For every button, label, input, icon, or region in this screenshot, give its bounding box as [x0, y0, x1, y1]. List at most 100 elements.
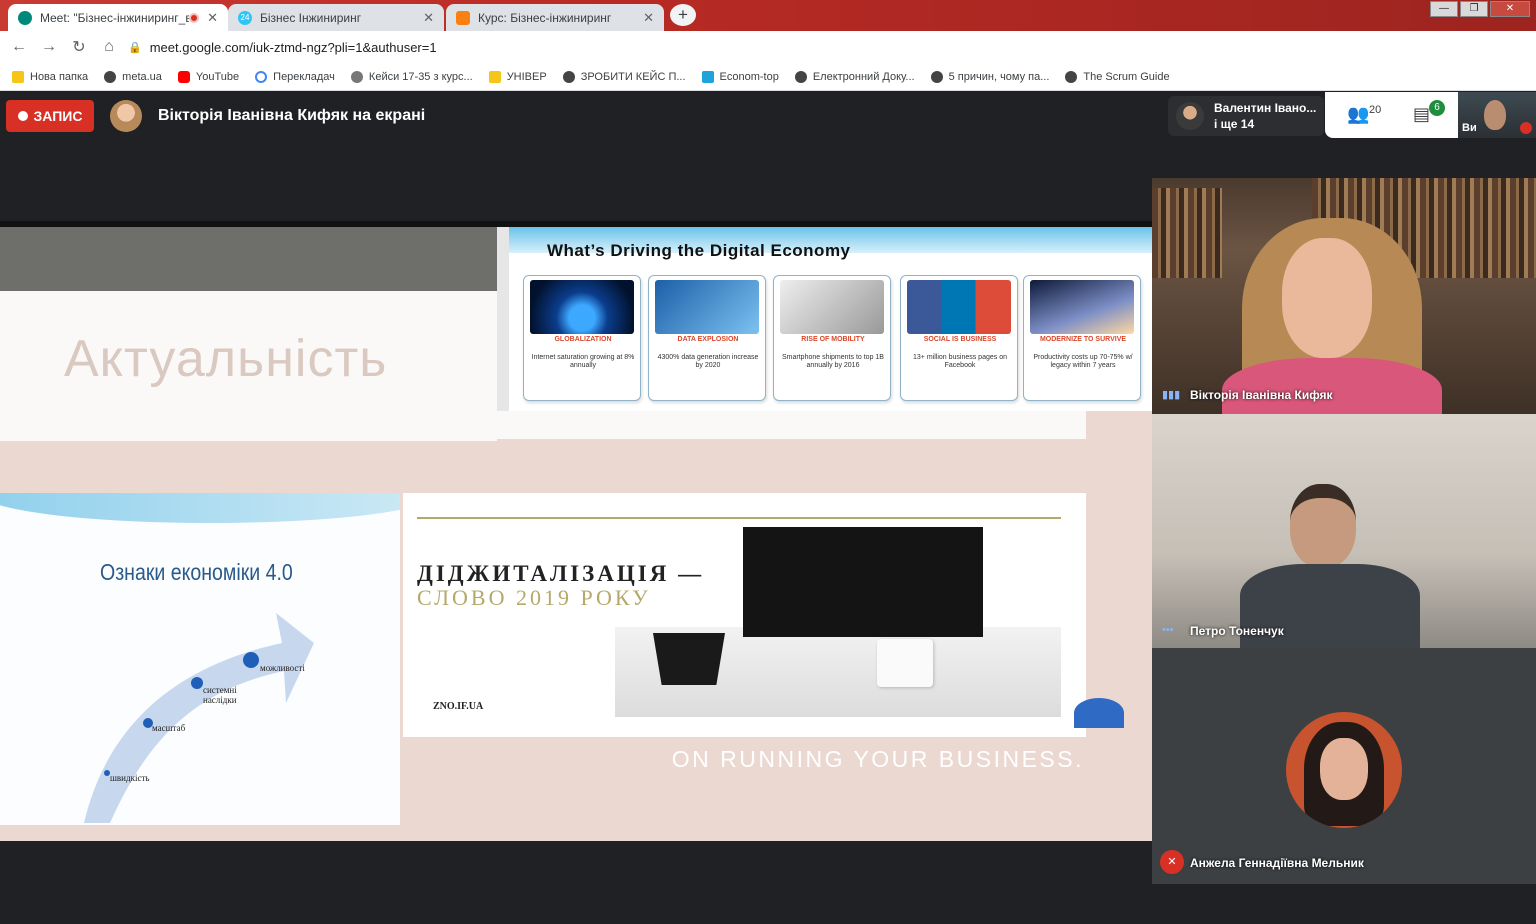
bookmarks-bar: Нова папка meta.ua YouTube Перекладач Ке…	[0, 63, 1536, 91]
tab-course[interactable]: Курс: Бізнес-інжиниринг ✕	[446, 4, 664, 31]
driver-card: RISE OF MOBILITY Smartphone shipments to…	[773, 275, 891, 401]
participant-face	[1282, 238, 1372, 358]
bookmark-item[interactable]: Перекладач	[255, 70, 335, 83]
bookmark-item[interactable]: Електронний Доку...	[794, 70, 915, 83]
meeting-details-panel: 👥 20 ▤ 6	[1325, 92, 1458, 138]
bookmark-item[interactable]: ЗРОБИТИ КЕЙС П...	[562, 70, 686, 83]
meet-window: ЗАПИС Вікторія Іванівна Кифяк на екрані …	[0, 92, 1536, 924]
card-heading: DATA EXPLOSION	[677, 336, 739, 343]
self-face	[1484, 100, 1506, 130]
slide-decoration	[1074, 698, 1124, 728]
card-heading: SOCIAL IS BUSINESS	[923, 336, 997, 343]
bookmark-item[interactable]: The Scrum Guide	[1065, 70, 1170, 83]
globe-icon	[1065, 70, 1078, 83]
driver-card: DATA EXPLOSION 4300% data generation inc…	[648, 275, 766, 401]
driver-card: GLOBALIZATION Internet saturation growin…	[523, 275, 641, 401]
window-controls: — ❐ ✕	[1430, 1, 1530, 17]
slide-rule-line	[417, 517, 1061, 519]
point-label: системні наслідки	[203, 685, 237, 705]
recording-indicator-icon	[189, 12, 200, 23]
slide-digital-economy: What’s Driving the Digital Economy GLOBA…	[497, 227, 1152, 411]
participants-stack-chip[interactable]: Валентин Івано... і ще 14	[1168, 96, 1324, 136]
stack-chip-more: і ще 14	[1214, 117, 1255, 131]
bookmark-item[interactable]: 5 причин, чому па...	[930, 70, 1049, 83]
card-heading: RISE OF MOBILITY	[801, 336, 865, 343]
card-desc: Smartphone shipments to top 1B annually …	[782, 354, 884, 369]
tab-title: Курс: Бізнес-інжиниринг	[478, 10, 612, 25]
avatar-face	[1320, 738, 1368, 800]
participant-tile[interactable]: ••• Петро Тоненчук	[1152, 414, 1536, 648]
social-image	[907, 280, 1011, 334]
avatar	[1286, 712, 1402, 828]
participant-name: Анжела Геннадіївна Мельник	[1190, 856, 1364, 870]
folder-icon	[488, 70, 501, 83]
lock-icon: 🔒	[128, 41, 142, 54]
audio-idle-indicator-icon: •••	[1162, 624, 1174, 636]
new-tab-button[interactable]: +	[670, 4, 696, 26]
tab-meet[interactable]: Meet: "Бізнес-інжиниринг_в ✕	[8, 4, 228, 31]
close-tab-icon[interactable]: ✕	[423, 10, 434, 26]
chat-unread-badge: 6	[1429, 100, 1445, 116]
bookmark-item[interactable]: Econom-top	[701, 70, 779, 83]
participant-tile[interactable]: ✕ Анжела Геннадіївна Мельник	[1152, 648, 1536, 884]
modernize-image	[1030, 280, 1134, 334]
google-icon	[255, 70, 268, 83]
self-view-thumbnail[interactable]: Ви	[1458, 92, 1536, 138]
bookmark-item[interactable]: meta.ua	[104, 70, 162, 83]
slide-tools-text: THESE TOOLS ALLOW YOU TO FOCUS ON RUNNIN…	[560, 713, 1084, 775]
recording-badge[interactable]: ЗАПИС	[6, 100, 94, 132]
close-tab-icon[interactable]: ✕	[207, 10, 218, 26]
presenter-title: Вікторія Іванівна Кифяк на екрані	[158, 107, 426, 124]
chat-icon[interactable]: ▤	[1413, 104, 1430, 125]
close-tab-icon[interactable]: ✕	[643, 10, 654, 26]
monitor-photo	[743, 527, 983, 637]
slide-source: ZNO.IF.UA	[433, 701, 484, 712]
bookmark-item[interactable]: Нова папка	[12, 70, 88, 83]
moodle-icon	[456, 10, 470, 25]
forward-arrow-icon[interactable]: →	[34, 38, 64, 56]
point-label: можливості	[260, 663, 305, 673]
card-heading: MODERNIZE TO SURVIVE	[1039, 336, 1127, 343]
tab-bitrix[interactable]: 24 Бізнес Інжиниринг ✕	[228, 4, 444, 31]
slide-gray-header	[0, 227, 497, 291]
card-desc: 13+ million business pages on Facebook	[913, 354, 1007, 369]
maximize-button[interactable]: ❐	[1460, 1, 1488, 17]
globe-icon	[930, 70, 943, 83]
people-count: 20	[1369, 104, 1382, 116]
wordpress-icon	[350, 70, 363, 83]
self-label: Ви	[1462, 122, 1477, 134]
minimize-button[interactable]: —	[1430, 1, 1458, 17]
avatar	[1176, 102, 1204, 130]
back-arrow-icon[interactable]: ←	[4, 38, 34, 56]
mic-off-icon: ✕	[1160, 850, 1184, 874]
reload-icon[interactable]: ↻	[64, 37, 94, 57]
bitrix-24-icon: 24	[238, 10, 252, 25]
participant-body	[1222, 358, 1442, 414]
bookmark-item[interactable]: YouTube	[177, 70, 239, 83]
slide-digitalization: ДІДЖИТАЛІЗАЦІЯ — СЛОВО 2019 РОКУ ZNO.IF.…	[403, 493, 1086, 737]
data-explosion-image	[655, 280, 759, 334]
bookmark-item[interactable]: УНІВЕР	[488, 70, 547, 83]
mobility-image	[780, 280, 884, 334]
stack-chip-name: Валентин Івано...	[1214, 101, 1317, 115]
tab-title: Meet: "Бізнес-інжиниринг_в	[40, 10, 190, 25]
globe-icon	[794, 70, 807, 83]
participant-name: Вікторія Іванівна Кифяк	[1190, 388, 1333, 402]
globalization-image	[530, 280, 634, 334]
tab-title: Бізнес Інжиниринг	[260, 10, 362, 25]
card-desc: Internet saturation growing at 8% annual…	[531, 354, 635, 369]
home-icon[interactable]: ⌂	[94, 38, 124, 56]
point-label: швидкість	[110, 773, 150, 783]
bookshelf	[1152, 188, 1222, 278]
browser-tab-strip: Meet: "Бізнес-інжиниринг_в ✕ 24 Бізнес І…	[0, 0, 1536, 31]
globe-icon	[562, 70, 575, 83]
participant-video	[1290, 484, 1356, 568]
slide-title: ДІДЖИТАЛІЗАЦІЯ —	[417, 561, 705, 586]
address-bar[interactable]: 🔒 meet.google.com/iuk-ztmd-ngz?pli=1&aut…	[128, 35, 1288, 59]
participant-tile[interactable]: ▮▮▮ Вікторія Іванівна Кифяк	[1152, 178, 1536, 414]
people-icon[interactable]: 👥	[1347, 104, 1369, 125]
speaking-indicator-icon: ▮▮▮	[1162, 389, 1181, 401]
close-window-button[interactable]: ✕	[1490, 1, 1530, 17]
tools-text-line: THESE TOOLS ALLOW YOU TO FOCUS	[582, 715, 1084, 741]
bookmark-item[interactable]: Кейси 17-35 з курс...	[350, 70, 473, 83]
